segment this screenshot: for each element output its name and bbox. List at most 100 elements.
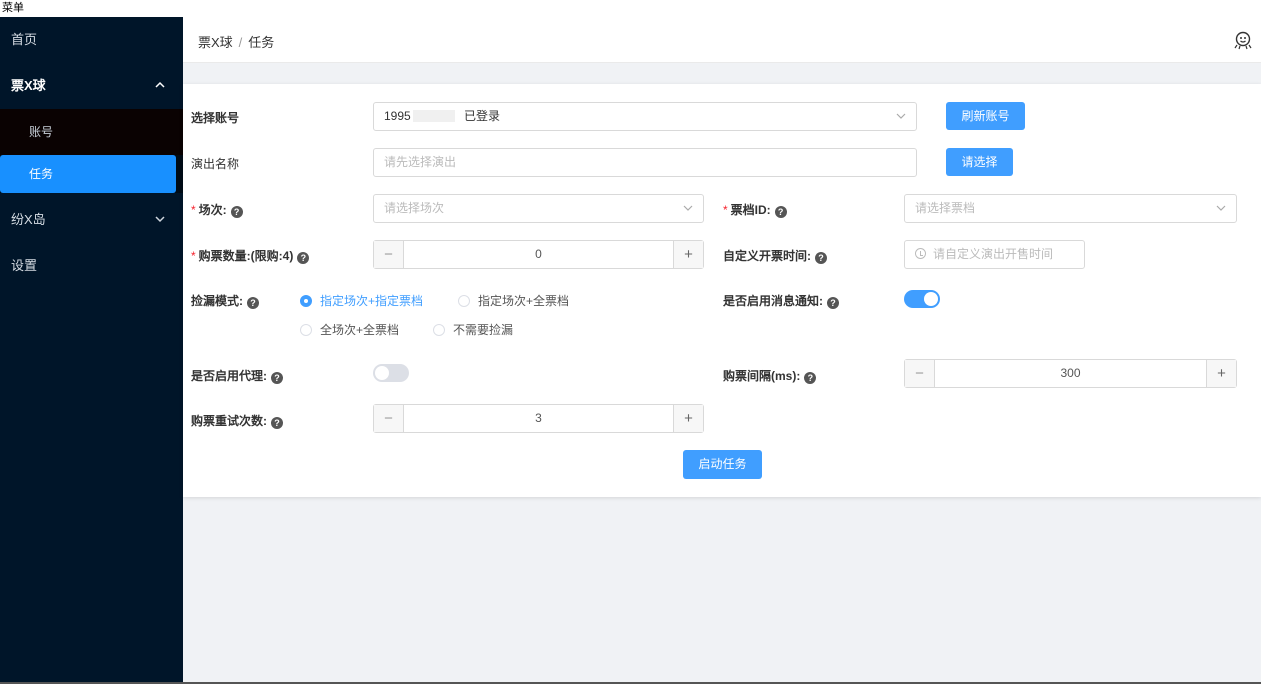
- toggle-knob: [375, 366, 389, 380]
- account-value-prefix: 1995: [384, 109, 411, 123]
- user-avatar-icon[interactable]: [1233, 30, 1253, 50]
- sidebar-item-task[interactable]: 任务: [0, 155, 176, 193]
- help-icon[interactable]: ?: [271, 417, 283, 429]
- quantity-label: * 购票数量:(限购:4)?: [191, 247, 310, 264]
- button-label: 启动任务: [698, 457, 747, 471]
- button-label: 刷新账号: [961, 109, 1010, 123]
- radio-label: 指定场次+指定票档: [320, 294, 424, 308]
- sidebar-item-label: 任务: [29, 167, 54, 181]
- account-select[interactable]: 1995 已登录: [373, 102, 917, 131]
- radio-icon: [300, 295, 312, 307]
- quantity-value[interactable]: 0: [404, 241, 673, 268]
- start-task-button[interactable]: 启动任务: [683, 450, 762, 479]
- mode-option-specified-session-all-tickets[interactable]: 指定场次+全票档: [458, 292, 569, 309]
- show-label: 演出名称: [191, 155, 239, 172]
- label-text: 选择账号: [191, 111, 240, 125]
- help-icon[interactable]: ?: [271, 372, 283, 384]
- toggle-knob: [924, 292, 938, 306]
- radio-icon: [433, 324, 445, 336]
- custom-time-picker[interactable]: 请自定义演出开售时间: [904, 240, 1085, 269]
- notify-label: 是否启用消息通知:?: [723, 292, 839, 309]
- sidebar-group-fenwandao[interactable]: 纷X岛: [0, 197, 183, 243]
- placeholder-text: 请选择场次: [384, 201, 445, 215]
- label-text: 是否启用消息通知:: [723, 294, 823, 308]
- sidebar-item-label: 账号: [29, 125, 54, 139]
- ticket-select[interactable]: 请选择票档: [904, 194, 1237, 223]
- header: 票X球 / 任务: [183, 17, 1261, 63]
- breadcrumb-separator: /: [238, 35, 243, 50]
- account-label: 选择账号: [191, 109, 239, 126]
- help-icon[interactable]: ?: [774, 206, 787, 218]
- required-mark: *: [191, 203, 196, 217]
- radio-label: 全场次+全票档: [320, 323, 400, 337]
- mode-option-none[interactable]: 不需要捡漏: [433, 321, 513, 338]
- proxy-label: 是否启用代理:?: [191, 367, 283, 384]
- label-text: 购票间隔(ms):: [723, 369, 801, 383]
- radio-label: 指定场次+全票档: [478, 294, 570, 308]
- mode-option-specified-session-ticket[interactable]: 指定场次+指定票档: [300, 292, 423, 309]
- main-content: 选择账号 1995 已登录 刷新账号 演出名称 请先选择演出 请选择 * 场次:?…: [183, 63, 1261, 684]
- help-icon[interactable]: ?: [230, 206, 243, 218]
- retry-value[interactable]: 3: [404, 405, 673, 432]
- task-form-card: 选择账号 1995 已登录 刷新账号 演出名称 请先选择演出 请选择 * 场次:?…: [183, 84, 1261, 497]
- label-text: 捡漏模式:: [191, 294, 243, 308]
- sidebar-submenu: 账号 任务: [0, 109, 183, 193]
- label-text: 票档ID:: [730, 203, 771, 217]
- label-text: 自定义开票时间:: [723, 249, 811, 263]
- label-text: 场次:: [198, 203, 227, 217]
- label-text: 购票重试次数:: [191, 414, 267, 428]
- chevron-down-icon: [683, 195, 693, 233]
- radio-label: 不需要捡漏: [453, 323, 514, 337]
- increment-button[interactable]: +: [673, 405, 703, 432]
- help-icon[interactable]: ?: [815, 252, 827, 264]
- masked-value: [412, 110, 455, 122]
- chevron-down-icon: [896, 103, 906, 141]
- select-show-button[interactable]: 请选择: [946, 148, 1013, 176]
- radio-icon: [300, 324, 312, 336]
- custom-time-label: 自定义开票时间:?: [723, 247, 827, 264]
- breadcrumb-root[interactable]: 票X球: [198, 35, 233, 50]
- ticket-label: * 票档ID:?: [723, 201, 787, 218]
- clock-icon: [915, 248, 926, 259]
- interval-stepper: − 300 +: [904, 359, 1237, 388]
- menu-label[interactable]: 菜单: [2, 2, 24, 14]
- mode-option-all-sessions-all-tickets[interactable]: 全场次+全票档: [300, 321, 399, 338]
- decrement-button[interactable]: −: [905, 360, 935, 387]
- placeholder-text: 请选择票档: [915, 201, 976, 215]
- session-label: * 场次:?: [191, 201, 243, 218]
- sidebar-item-home[interactable]: 首页: [0, 17, 183, 63]
- account-status: 已登录: [464, 109, 501, 123]
- label-text: 演出名称: [191, 157, 240, 171]
- sidebar: 首页 票X球 账号 任务 纷X岛 设置: [0, 17, 183, 684]
- sidebar-selected-wrap: 任务: [0, 155, 183, 193]
- required-mark: *: [723, 203, 728, 217]
- notify-toggle[interactable]: [904, 290, 940, 308]
- placeholder-text: 请自定义演出开售时间: [933, 247, 1054, 261]
- refresh-account-button[interactable]: 刷新账号: [946, 102, 1025, 130]
- help-icon[interactable]: ?: [827, 297, 839, 309]
- decrement-button[interactable]: −: [374, 241, 404, 268]
- decrement-button[interactable]: −: [374, 405, 404, 432]
- session-select[interactable]: 请选择场次: [373, 194, 704, 223]
- button-label: 请选择: [961, 155, 998, 169]
- sidebar-item-settings[interactable]: 设置: [0, 243, 183, 289]
- breadcrumb: 票X球 / 任务: [198, 32, 274, 51]
- mode-label: 捡漏模式:?: [191, 292, 259, 309]
- label-text: 是否启用代理:: [191, 369, 267, 383]
- placeholder-text: 请先选择演出: [384, 155, 457, 169]
- menu-bar[interactable]: 菜单: [0, 0, 1261, 17]
- quantity-stepper: − 0 +: [373, 240, 704, 269]
- interval-value[interactable]: 300: [935, 360, 1206, 387]
- chevron-up-icon: [155, 63, 165, 109]
- help-icon[interactable]: ?: [804, 372, 817, 384]
- help-icon[interactable]: ?: [297, 252, 310, 264]
- proxy-toggle[interactable]: [373, 364, 409, 382]
- increment-button[interactable]: +: [673, 241, 703, 268]
- show-name-input[interactable]: 请先选择演出: [373, 148, 917, 177]
- help-icon[interactable]: ?: [247, 297, 259, 309]
- breadcrumb-current: 任务: [248, 35, 275, 50]
- sidebar-group-piaoxingqiu[interactable]: 票X球: [0, 63, 183, 109]
- sidebar-item-account[interactable]: 账号: [0, 109, 183, 155]
- retry-stepper: − 3 +: [373, 404, 704, 433]
- increment-button[interactable]: +: [1206, 360, 1236, 387]
